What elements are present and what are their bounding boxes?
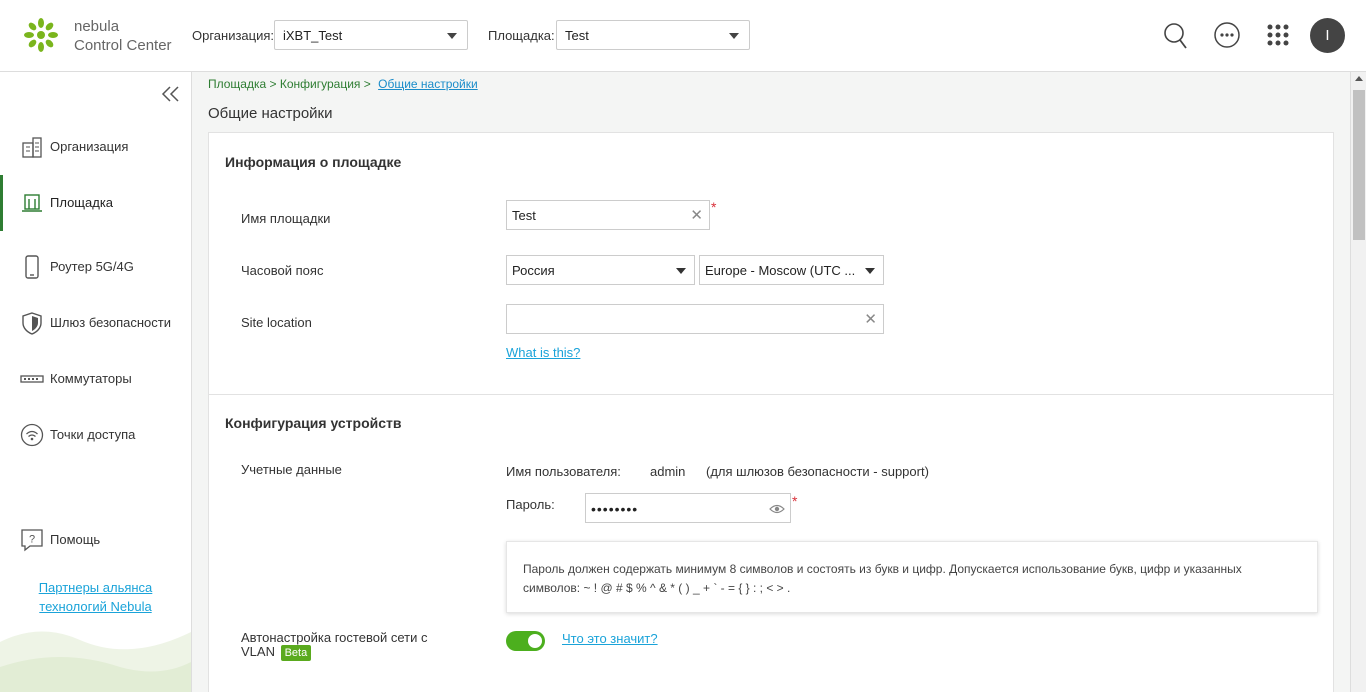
search-icon[interactable] <box>1158 18 1192 52</box>
partners-link-line1: Партнеры альянса <box>38 580 153 595</box>
username-value: admin <box>650 464 686 479</box>
guest-vlan-toggle[interactable] <box>506 631 545 651</box>
timezone-zone-select[interactable]: Europe - Moscow (UTC ... <box>699 255 884 285</box>
svg-text:?: ? <box>29 534 35 546</box>
beta-badge: Beta <box>280 645 312 661</box>
sidebar-item-security-gateway[interactable]: Шлюз безопасности <box>0 295 191 351</box>
breadcrumb-configuration[interactable]: Конфигурация <box>280 77 361 91</box>
chevron-down-icon <box>676 268 686 274</box>
chevron-down-icon <box>729 33 739 39</box>
brand-name: nebula Control Center <box>74 17 172 55</box>
timezone-country-value: Россия <box>512 263 555 278</box>
sidebar-item-label: Точки доступа <box>50 427 136 442</box>
breadcrumb-separator: > <box>363 77 371 91</box>
site-location-input[interactable]: ✕ <box>506 304 884 334</box>
sidebar-item-site[interactable]: Площадка <box>0 175 191 231</box>
sidebar: Организация Площадка Роутер 5G/4G Шлюз б… <box>0 72 192 692</box>
breadcrumb-current[interactable]: Общие настройки <box>378 77 478 91</box>
timezone-label: Часовой пояс <box>241 263 324 278</box>
building-icon <box>22 137 42 158</box>
decorative-hills <box>0 631 191 692</box>
required-marker: * <box>792 493 798 509</box>
sidebar-item-label: Площадка <box>50 195 114 210</box>
site-info-title: Информация о площадке <box>225 154 402 170</box>
sidebar-item-access-points[interactable]: Точки доступа <box>0 407 191 463</box>
site-name-value: Test <box>512 208 536 223</box>
settings-card: Информация о площадке Имя площадки Test … <box>208 132 1334 692</box>
chevron-down-icon <box>447 33 457 39</box>
help-icon: ? <box>21 529 43 552</box>
page-title: Общие настройки <box>208 105 333 122</box>
sidebar-item-label: Коммутаторы <box>50 371 132 386</box>
password-label: Пароль: <box>506 497 555 512</box>
section-divider <box>209 394 1333 395</box>
password-input[interactable]: •••••••• <box>585 493 791 523</box>
partners-link[interactable]: Партнеры альянса технологий Nebula <box>0 578 191 616</box>
breadcrumb-separator: > <box>269 77 277 91</box>
site-select-value: Test <box>565 28 589 43</box>
site-icon <box>22 194 42 212</box>
apps-grid-icon[interactable] <box>1261 18 1295 52</box>
sidebar-item-organization[interactable]: Организация <box>0 119 191 175</box>
sidebar-item-label: Роутер 5G/4G <box>50 259 134 274</box>
top-header: nebula Control Center Организация: iXBT_… <box>0 0 1366 72</box>
sidebar-item-help[interactable]: ? Помощь <box>0 512 191 568</box>
password-value: •••••••• <box>591 501 639 517</box>
chevron-down-icon <box>865 268 875 274</box>
site-name-label: Имя площадки <box>241 211 331 226</box>
sidebar-item-label: Помощь <box>50 532 101 547</box>
sidebar-item-label: Организация <box>50 139 129 154</box>
breadcrumb: Площадка > Конфигурация > Общие настройк… <box>208 77 478 91</box>
switch-icon <box>20 375 44 383</box>
collapse-sidebar-icon[interactable] <box>160 84 182 104</box>
username-label: Имя пользователя: <box>506 464 621 479</box>
org-select-value: iXBT_Test <box>283 28 343 43</box>
org-select[interactable]: iXBT_Test <box>274 20 468 50</box>
what-is-this-link[interactable]: What is this? <box>506 345 580 360</box>
guest-vlan-label-text: Автонастройка гостевой сети с VLAN <box>241 630 428 659</box>
nebula-logo-icon[interactable] <box>23 17 59 53</box>
site-name-input[interactable]: Test ✕ <box>506 200 710 230</box>
more-icon[interactable] <box>1210 18 1244 52</box>
brand-line2: Control Center <box>74 37 172 54</box>
phone-icon <box>25 255 39 279</box>
shield-icon <box>22 312 42 335</box>
breadcrumb-site[interactable]: Площадка <box>208 77 266 91</box>
what-means-link[interactable]: Что это значит? <box>562 631 658 646</box>
wifi-icon <box>20 423 44 447</box>
timezone-zone-value: Europe - Moscow (UTC ... <box>705 263 856 278</box>
device-config-title: Конфигурация устройств <box>225 415 402 431</box>
eye-icon[interactable] <box>769 503 785 515</box>
brand-line1: nebula <box>74 18 120 35</box>
scrollbar[interactable] <box>1350 72 1366 692</box>
required-marker: * <box>711 199 717 215</box>
scroll-up-icon[interactable] <box>1355 76 1363 81</box>
username-note: (для шлюзов безопасности - support) <box>706 464 929 479</box>
org-label: Организация: <box>192 28 275 43</box>
main-content: Площадка > Конфигурация > Общие настройк… <box>192 72 1350 692</box>
site-location-label: Site location <box>241 315 312 330</box>
sidebar-item-switches[interactable]: Коммутаторы <box>0 351 191 407</box>
password-hint: Пароль должен содержать минимум 8 символ… <box>506 541 1318 613</box>
timezone-country-select[interactable]: Россия <box>506 255 695 285</box>
sidebar-item-router[interactable]: Роутер 5G/4G <box>0 239 191 295</box>
site-select[interactable]: Test <box>556 20 750 50</box>
avatar[interactable]: I <box>1310 18 1345 53</box>
site-label: Площадка: <box>488 28 555 43</box>
clear-icon[interactable]: ✕ <box>864 310 877 328</box>
scrollbar-thumb[interactable] <box>1353 90 1365 240</box>
clear-icon[interactable]: ✕ <box>690 206 703 224</box>
credentials-label: Учетные данные <box>241 462 342 477</box>
sidebar-item-label: Шлюз безопасности <box>50 315 172 330</box>
guest-vlan-label: Автонастройка гостевой сети с VLAN Beta <box>241 631 441 661</box>
toggle-knob <box>528 634 542 648</box>
